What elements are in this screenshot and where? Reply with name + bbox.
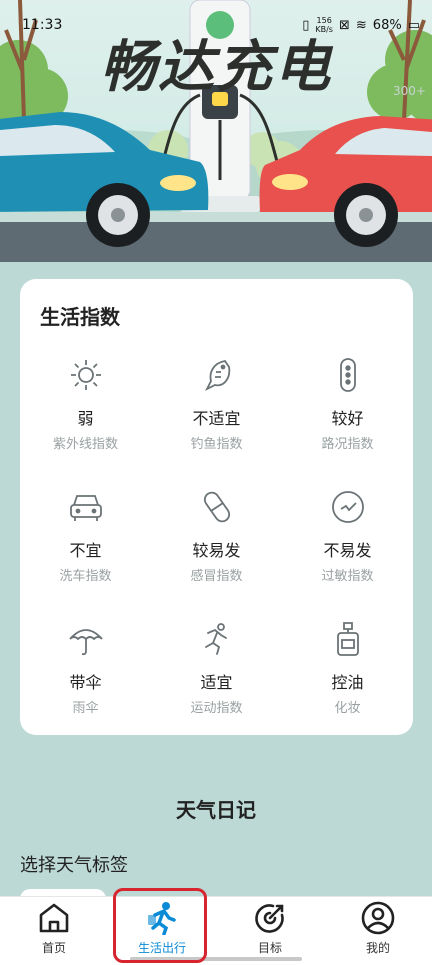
index-uv[interactable]: 弱 紫外线指数 xyxy=(20,357,151,477)
walk-icon xyxy=(148,902,176,935)
life-index-card: 生活指数 弱 紫外线指数 不适宜 钓鱼指数 较好 路况指数 不宜 洗车指数 较易… xyxy=(20,279,413,735)
nav-mine[interactable]: 我的 xyxy=(324,901,432,956)
index-value: 不宜 xyxy=(69,541,102,560)
nav-label: 我的 xyxy=(365,941,390,955)
index-label: 洗车指数 xyxy=(59,569,112,584)
index-label: 过敏指数 xyxy=(321,569,374,584)
weather-tag-title: 选择天气标签 xyxy=(20,855,128,876)
index-label: 钓鱼指数 xyxy=(190,437,243,452)
umbrella-icon xyxy=(68,629,103,656)
index-label: 紫外线指数 xyxy=(52,437,118,452)
hero-title: 畅达充电 xyxy=(100,35,332,100)
traffic-light-icon xyxy=(339,358,356,392)
index-value: 控油 xyxy=(331,673,364,692)
home-icon xyxy=(39,903,69,933)
index-label: 路况指数 xyxy=(321,437,374,452)
life-index-title: 生活指数 xyxy=(40,305,120,329)
index-label: 感冒指数 xyxy=(190,569,243,584)
index-traffic[interactable]: 较好 路况指数 xyxy=(282,357,413,477)
index-cold[interactable]: 较易发 感冒指数 xyxy=(151,489,282,609)
index-sport[interactable]: 适宜 运动指数 xyxy=(151,621,282,741)
nav-label: 首页 xyxy=(41,941,66,955)
nav-life-travel[interactable]: 生活出行 xyxy=(108,901,216,956)
cosmetic-bottle-icon xyxy=(336,622,359,656)
nav-label: 生活出行 xyxy=(137,941,186,955)
nav-target[interactable]: 目标 xyxy=(216,901,324,956)
index-allergy[interactable]: 不易发 过敏指数 xyxy=(282,489,413,609)
pill-icon xyxy=(203,491,230,523)
index-value: 弱 xyxy=(77,409,94,428)
index-value: 较好 xyxy=(331,409,364,428)
hero-watermark: 300+ xyxy=(393,84,426,98)
running-icon xyxy=(204,623,227,655)
index-label: 化妆 xyxy=(334,701,361,716)
index-value: 不适宜 xyxy=(192,409,241,428)
sun-icon xyxy=(70,360,101,390)
index-value: 带伞 xyxy=(69,673,102,692)
home-indicator[interactable] xyxy=(130,957,302,961)
index-label: 雨伞 xyxy=(72,701,99,716)
nav-home[interactable]: 首页 xyxy=(0,901,108,956)
weather-diary-title: 天气日记 xyxy=(176,798,256,822)
fish-icon xyxy=(204,360,230,392)
index-umbrella[interactable]: 带伞 雨伞 xyxy=(20,621,151,741)
nav-label: 目标 xyxy=(257,941,282,955)
index-value: 适宜 xyxy=(200,673,233,692)
index-label: 运动指数 xyxy=(190,701,243,716)
index-carwash[interactable]: 不宜 洗车指数 xyxy=(20,489,151,609)
car-icon xyxy=(69,495,102,521)
hero-banner: 11:33 ▯ 156 KB/s ⊠ ≋ 68% ▭ 畅达充电 300+ xyxy=(0,0,432,262)
target-icon xyxy=(255,904,284,933)
user-icon xyxy=(361,901,395,935)
bottom-nav: 首页 生活出行 目标 我的 xyxy=(0,896,432,965)
index-value: 不易发 xyxy=(323,541,372,560)
check-circle-icon xyxy=(331,491,364,523)
index-fishing[interactable]: 不适宜 钓鱼指数 xyxy=(151,357,282,477)
index-value: 较易发 xyxy=(192,541,241,560)
index-makeup[interactable]: 控油 化妆 xyxy=(282,621,413,741)
